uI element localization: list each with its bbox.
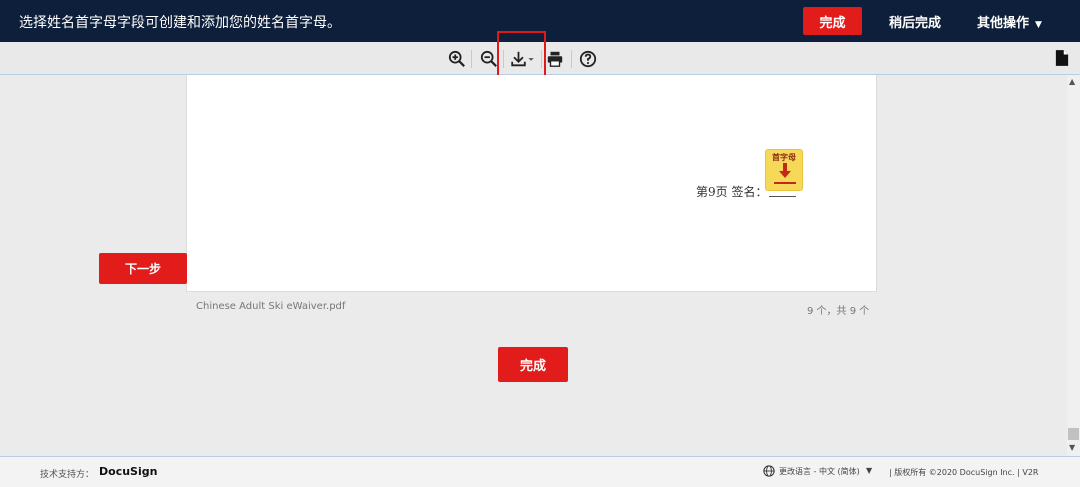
copyright-text: | 版权所有 ©2020 DocuSign Inc. | V2R [889,468,1039,477]
zoom-in-icon[interactable] [447,49,467,69]
signature-underline [769,196,796,197]
finish-button-top[interactable]: 完成 [803,7,862,35]
initial-tag-underline [774,182,796,184]
docusign-logo: DocuSign [99,465,158,478]
finish-later-button[interactable]: 稍后完成 [889,12,941,31]
initial-field-tag[interactable]: 首字母 [765,149,803,191]
toolbar-divider [571,50,572,68]
help-icon[interactable] [578,49,598,69]
caret-down-icon: ▼ [1035,20,1042,30]
print-icon[interactable] [545,49,565,69]
change-language-link[interactable]: 更改语言 - 中文 (简体) [779,466,860,477]
globe-icon[interactable] [763,465,775,477]
page-count: 9 个，共 9 个 [807,306,870,317]
signature-line-text: 第9页 签名： [696,185,768,199]
scroll-up-arrow-icon[interactable]: ▲ [1069,77,1075,86]
document-filename: Chinese Adult Ski eWaiver.pdf [196,301,346,312]
finish-button-main[interactable]: 完成 [498,347,568,382]
toolbar-divider [471,50,472,68]
instruction-message: 选择姓名首字母字段可创建和添加您的姓名首字母。 [19,15,341,31]
document-icon[interactable] [1055,49,1069,71]
other-actions-label: 其他操作 [977,16,1030,31]
support-label: 技术支持方： [40,470,95,480]
scrollbar-thumb[interactable] [1068,428,1079,440]
footer: 技术支持方： DocuSign 更改语言 - 中文 (简体) ▼ | 版权所有 … [0,456,1080,487]
arrow-down-icon [779,163,791,178]
scroll-down-arrow-icon[interactable]: ▼ [1069,443,1075,452]
zoom-out-icon[interactable] [479,49,499,69]
other-actions-menu[interactable]: 其他操作 ▼ [977,12,1042,31]
vertical-scrollbar[interactable]: ▲ ▼ [1067,75,1080,456]
document-page: 第9页 签名： 首字母 [186,75,877,292]
language-caret-icon[interactable]: ▼ [866,466,872,475]
next-button[interactable]: 下一步 [99,253,187,284]
